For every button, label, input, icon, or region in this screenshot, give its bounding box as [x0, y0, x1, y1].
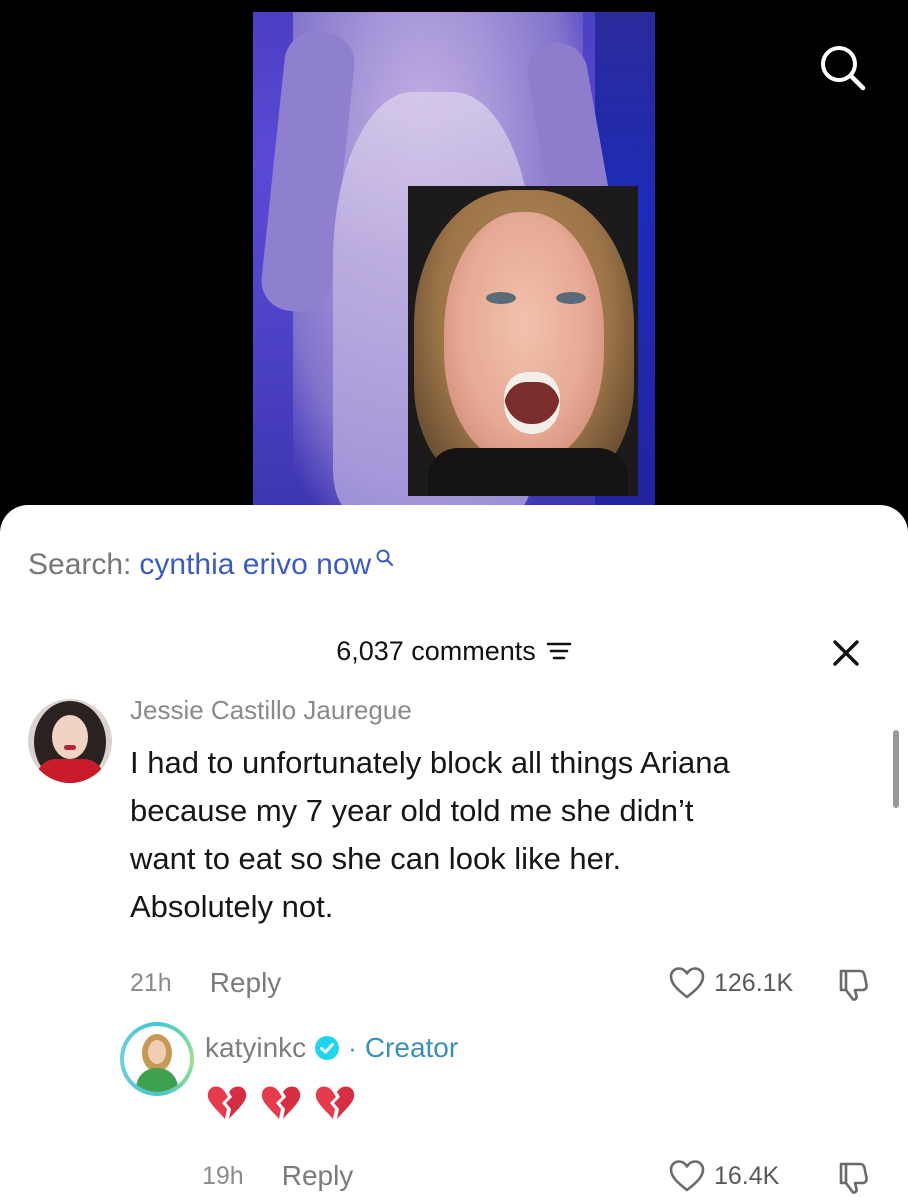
- like-button[interactable]: 126.1K: [668, 963, 793, 1003]
- heart-outline-icon[interactable]: [668, 966, 706, 1000]
- reply-header: katyinkc · Creator: [205, 1030, 458, 1066]
- comment-meta: 21h Reply: [130, 965, 281, 1001]
- like-count: 126.1K: [714, 968, 794, 997]
- comment-text-line: want to eat so she can look like her.: [130, 841, 622, 876]
- video-player[interactable]: [0, 0, 908, 560]
- heart-outline-icon[interactable]: [668, 1159, 706, 1193]
- search-icon: [821, 46, 866, 91]
- broken-heart-icon: [207, 1086, 247, 1119]
- dislike-button[interactable]: [830, 965, 874, 1005]
- creator-badge: Creator: [364, 1032, 459, 1063]
- comment-text: I had to unfortunately block all things …: [130, 739, 870, 931]
- comments-sheet: Search: cynthia erivo now 6,037 comments: [0, 505, 908, 1200]
- reply-button[interactable]: Reply: [282, 1160, 354, 1192]
- comment-text-line: Absolutely not.: [130, 889, 334, 924]
- avatar[interactable]: [28, 699, 112, 783]
- avatar[interactable]: [120, 1022, 194, 1096]
- like-count: 16.4K: [714, 1161, 780, 1190]
- search-suggestion-prefix: Search:: [28, 548, 132, 581]
- comment-timestamp: 21h: [130, 968, 172, 997]
- reply-button[interactable]: Reply: [210, 967, 282, 999]
- thumbs-down-outline-icon: [839, 969, 868, 1001]
- thumbs-down-outline-icon: [839, 1162, 868, 1194]
- dislike-button[interactable]: [830, 1158, 874, 1198]
- like-button[interactable]: 16.4K: [668, 1156, 779, 1196]
- reply-timestamp: 19h: [202, 1161, 244, 1190]
- green-screen-face-overlay: [408, 186, 638, 496]
- comment-text-line: because my 7 year old told me she didn’t: [130, 793, 694, 828]
- scrollbar[interactable]: [893, 730, 899, 808]
- reply-meta: 19h Reply: [202, 1158, 353, 1194]
- separator-dot: ·: [348, 1032, 357, 1063]
- close-icon: [833, 640, 859, 666]
- comments-count: 6,037 comments: [336, 635, 536, 666]
- filter-lines-icon[interactable]: [546, 640, 572, 662]
- comment-text-line: I had to unfortunately block all things …: [130, 745, 730, 780]
- reply-username[interactable]: katyinkc: [205, 1032, 306, 1064]
- close-button[interactable]: [826, 633, 866, 673]
- comment-username[interactable]: Jessie Castillo Jauregue: [130, 695, 412, 726]
- search-suggestion[interactable]: Search: cynthia erivo now: [28, 545, 395, 585]
- search-suggestion-query[interactable]: cynthia erivo now: [139, 548, 371, 582]
- search-button[interactable]: [815, 40, 871, 96]
- verified-check-icon: [314, 1035, 340, 1061]
- comments-header: 6,037 comments: [0, 633, 908, 669]
- broken-heart-icon: [261, 1086, 301, 1119]
- screen: Search: cynthia erivo now 6,037 comments: [0, 0, 908, 1200]
- broken-heart-icon: [315, 1086, 355, 1119]
- search-icon: [375, 542, 395, 576]
- reply-text: [205, 1082, 357, 1126]
